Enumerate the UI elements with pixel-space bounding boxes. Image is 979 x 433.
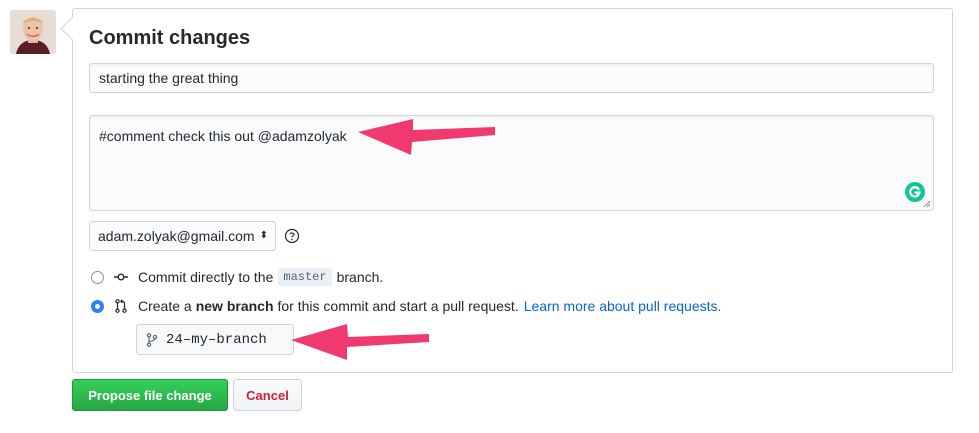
create-branch-option[interactable]: Create a new branch for this commit and … bbox=[91, 296, 721, 316]
commit-directly-prefix: Commit directly to the bbox=[138, 269, 274, 285]
learn-more-link[interactable]: Learn more about pull requests. bbox=[524, 298, 722, 314]
create-branch-prefix: Create a bbox=[138, 298, 192, 314]
commit-directly-suffix: branch. bbox=[336, 269, 384, 285]
git-pull-request-icon bbox=[115, 299, 127, 313]
commit-directly-option[interactable]: Commit directly to the master branch. bbox=[91, 267, 383, 287]
email-select[interactable]: adam.zolyak@gmail.com ⬍ bbox=[89, 221, 276, 251]
description-text: #comment check this out @adamzolyak bbox=[99, 128, 347, 144]
commit-description-textarea[interactable]: #comment check this out @adamzolyak bbox=[89, 115, 934, 211]
avatar[interactable] bbox=[10, 10, 56, 54]
commit-directly-radio[interactable] bbox=[91, 270, 104, 284]
page-title: Commit changes bbox=[89, 27, 251, 49]
grammarly-icon[interactable] bbox=[905, 182, 925, 202]
question-circle-icon[interactable] bbox=[284, 228, 300, 244]
git-branch-icon bbox=[146, 332, 158, 347]
master-branch-code: master bbox=[278, 268, 332, 286]
branch-name-value: 24–my–branch bbox=[166, 331, 267, 348]
commit-summary-input[interactable]: starting the great thing bbox=[89, 63, 934, 93]
create-branch-suffix: for this commit and start a pull request… bbox=[277, 298, 519, 314]
commit-panel: Commit changes starting the great thing … bbox=[72, 8, 953, 373]
chevron-updown-icon: ⬍ bbox=[259, 230, 268, 241]
avatar-image bbox=[10, 10, 56, 54]
git-commit-icon bbox=[114, 273, 128, 281]
propose-file-change-button[interactable]: Propose file change bbox=[72, 379, 228, 411]
branch-name-input[interactable]: 24–my–branch bbox=[136, 324, 294, 355]
cancel-button[interactable]: Cancel bbox=[233, 379, 302, 411]
create-branch-bold: new branch bbox=[195, 298, 274, 314]
create-branch-radio[interactable] bbox=[91, 299, 104, 313]
resize-handle-icon[interactable] bbox=[923, 200, 931, 208]
email-select-value: adam.zolyak@gmail.com bbox=[98, 228, 255, 244]
